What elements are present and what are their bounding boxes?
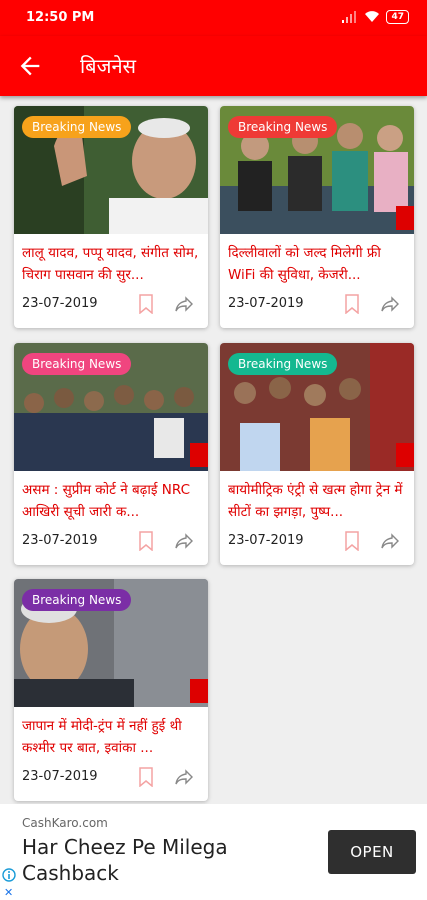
page-title: बिजनेस [80,54,137,78]
breaking-news-badge: Breaking News [22,589,132,611]
news-date: 23-07-2019 [228,533,304,548]
wifi-icon [365,11,380,22]
signal-icon [342,11,357,23]
ad-source: CashKaro.com [22,816,108,830]
news-date: 23-07-2019 [22,533,98,548]
news-headline[interactable]: बायोमीट्रिक एंट्री से खत्म होगा ट्रेन मे… [228,479,408,523]
news-card[interactable]: Breaking News असम : सुप्रीम कोर्ट ने बढ़… [14,343,208,565]
battery-icon: 47 [386,10,409,24]
news-card[interactable]: Breaking News लालू यादव, पप्पू यादव, संग… [14,106,208,328]
news-headline[interactable]: लालू यादव, पप्पू यादव, संगीत सोम, चिराग … [22,242,202,286]
news-card[interactable]: Breaking News बायोमीट्रिक एंट्री से खत्म… [220,343,414,565]
share-icon[interactable] [174,768,194,786]
news-date: 23-07-2019 [22,769,98,784]
share-icon[interactable] [174,532,194,550]
breaking-news-badge: Breaking News [228,116,338,138]
news-headline[interactable]: असम : सुप्रीम कोर्ट ने बढ़ाई NRC आखिरी स… [22,479,202,523]
share-icon[interactable] [380,295,400,313]
ad-headline[interactable]: Har Cheez Pe Milega Cashback [22,834,312,886]
share-icon[interactable] [380,532,400,550]
breaking-news-badge: Breaking News [22,353,132,375]
news-headline[interactable]: दिल्लीवालों को जल्द मिलेगी फ्री WiFi की … [228,242,408,286]
bookmark-icon[interactable] [344,531,360,551]
news-date: 23-07-2019 [228,296,304,311]
back-arrow-icon[interactable] [16,52,44,80]
bookmark-icon[interactable] [138,531,154,551]
ad-banner[interactable]: CashKaro.com Har Cheez Pe Milega Cashbac… [0,804,427,900]
news-card[interactable]: Breaking News जापान में मोदी-ट्रंप में न… [14,579,208,801]
news-date: 23-07-2019 [22,296,98,311]
status-bar: 12:50 PM 47 [0,0,427,36]
ad-open-button[interactable]: OPEN [328,830,416,874]
status-icons: 47 [342,10,409,24]
bookmark-icon[interactable] [138,294,154,314]
breaking-news-badge: Breaking News [228,353,338,375]
news-card[interactable]: Breaking News दिल्लीवालों को जल्द मिलेगी… [220,106,414,328]
bookmark-icon[interactable] [138,767,154,787]
bookmark-icon[interactable] [344,294,360,314]
ad-info-icon[interactable] [2,868,16,882]
news-headline[interactable]: जापान में मोदी-ट्रंप में नहीं हुई थी कश्… [22,715,202,759]
status-time: 12:50 PM [26,10,95,25]
breaking-news-badge: Breaking News [22,116,132,138]
ad-close-icon[interactable]: ✕ [4,886,13,899]
app-bar: बिजनेस [0,36,427,96]
share-icon[interactable] [174,295,194,313]
